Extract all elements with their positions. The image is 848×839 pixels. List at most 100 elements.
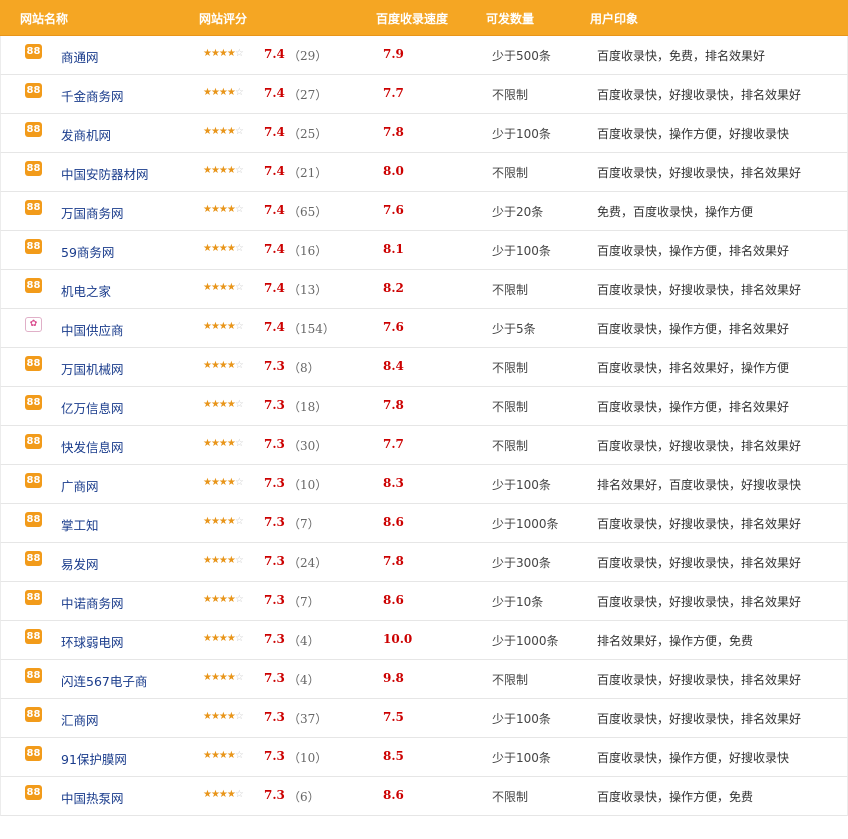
site-name-link[interactable]: 中国热泵网 bbox=[61, 788, 124, 807]
rating-score: 7.3 bbox=[264, 788, 285, 802]
table-row[interactable]: 88 中国热泵网 ★★★★☆ 7.3 （6） 8.6 不限制 百度收录快，操作方便，免费 bbox=[0, 777, 848, 816]
rating-count: （30） bbox=[288, 439, 328, 453]
rating-count: （24） bbox=[288, 556, 328, 570]
rating-stars-icon: ★★★★☆ bbox=[203, 633, 244, 644]
post-quantity: 少于100条 bbox=[492, 127, 551, 141]
index-speed: 7.7 bbox=[383, 437, 404, 451]
table-row[interactable]: 88 掌工知 ★★★★☆ 7.3 （7） 8.6 少于1000条 百度收录快，好搜收录快，排名… bbox=[0, 504, 848, 543]
post-quantity: 不限制 bbox=[492, 439, 529, 453]
index-speed: 9.8 bbox=[383, 671, 404, 685]
site-logo-icon: 88 bbox=[25, 161, 42, 176]
table-row[interactable]: 88 发商机网 ★★★★☆ 7.4 （25） 7.8 少于100条 百度收录快，操作方便，好搜… bbox=[0, 114, 848, 153]
rating-stars-icon: ★★★★☆ bbox=[203, 399, 244, 410]
site-name-link[interactable]: 千金商务网 bbox=[61, 86, 124, 105]
site-name-link[interactable]: 易发网 bbox=[61, 554, 99, 573]
rating-score: 7.4 bbox=[264, 86, 285, 100]
rating-stars-icon: ★★★★☆ bbox=[203, 789, 244, 800]
index-speed: 7.6 bbox=[383, 320, 404, 334]
table-row[interactable]: 88 广商网 ★★★★☆ 7.3 （10） 8.3 少于100条 排名效果好，百度收录快，好搜… bbox=[0, 465, 848, 504]
site-name-link[interactable]: 广商网 bbox=[61, 476, 99, 495]
rating-count: （4） bbox=[288, 673, 320, 687]
header-name[interactable]: 网站名称 bbox=[20, 10, 68, 27]
table-row[interactable]: 88 机电之家 ★★★★☆ 7.4 （13） 8.2 不限制 百度收录快，好搜收录快，排名效果… bbox=[0, 270, 848, 309]
post-quantity: 少于1000条 bbox=[492, 634, 559, 648]
rating-count: （13） bbox=[288, 283, 328, 297]
table-row[interactable]: 88 千金商务网 ★★★★☆ 7.4 （27） 7.7 不限制 百度收录快，好搜收录快，排名效… bbox=[0, 75, 848, 114]
post-quantity: 少于5条 bbox=[492, 322, 536, 336]
site-logo-icon: 88 bbox=[25, 44, 42, 59]
table-row[interactable]: 88 91保护膜网 ★★★★☆ 7.3 （10） 8.5 少于100条 百度收录快，操作方便，… bbox=[0, 738, 848, 777]
rating-score: 7.4 bbox=[264, 47, 285, 61]
rating-count: （10） bbox=[288, 478, 328, 492]
site-logo-icon: 88 bbox=[25, 122, 42, 137]
rating-count: （10） bbox=[288, 751, 328, 765]
table-row[interactable]: 88 易发网 ★★★★☆ 7.3 （24） 7.8 少于300条 百度收录快，好搜收录快，排名… bbox=[0, 543, 848, 582]
rating-count: （29） bbox=[288, 49, 328, 63]
rating-score: 7.4 bbox=[264, 125, 285, 139]
table-row[interactable]: 88 商通网 ★★★★☆ 7.4 （29） 7.9 少于500条 百度收录快，免费，排名效果好 bbox=[0, 36, 848, 75]
site-logo-icon: 88 bbox=[25, 512, 42, 527]
site-logo-icon: 88 bbox=[25, 551, 42, 566]
table-row[interactable]: 88 中国安防器材网 ★★★★☆ 7.4 （21） 8.0 不限制 百度收录快，好搜收录快，排… bbox=[0, 153, 848, 192]
header-quantity[interactable]: 可发数量 bbox=[486, 10, 534, 27]
table-row[interactable]: ✿ 中国供应商 ★★★★☆ 7.4 （154） 7.6 少于5条 百度收录快，操作方便，排名效… bbox=[0, 309, 848, 348]
rating-count: （8） bbox=[288, 361, 320, 375]
table-row[interactable]: 88 汇商网 ★★★★☆ 7.3 （37） 7.5 少于100条 百度收录快，好搜收录快，排名… bbox=[0, 699, 848, 738]
site-name-link[interactable]: 快发信息网 bbox=[61, 437, 124, 456]
site-name-link[interactable]: 机电之家 bbox=[61, 281, 111, 300]
rating-count: （7） bbox=[288, 517, 320, 531]
site-name-link[interactable]: 59商务网 bbox=[61, 242, 114, 261]
rating-count: （27） bbox=[288, 88, 328, 102]
user-impression: 百度收录快，操作方便，免费 bbox=[597, 790, 754, 804]
rating-score: 7.3 bbox=[264, 632, 285, 646]
user-impression: 百度收录快，好搜收录快，排名效果好 bbox=[597, 712, 802, 726]
post-quantity: 少于20条 bbox=[492, 205, 544, 219]
site-name-link[interactable]: 91保护膜网 bbox=[61, 749, 127, 768]
site-name-link[interactable]: 汇商网 bbox=[61, 710, 99, 729]
site-name-link[interactable]: 万国机械网 bbox=[61, 359, 124, 378]
table-row[interactable]: 88 环球弱电网 ★★★★☆ 7.3 （4） 10.0 少于1000条 排名效果好，操作方便，… bbox=[0, 621, 848, 660]
rating-stars-icon: ★★★★☆ bbox=[203, 516, 244, 527]
header-impression[interactable]: 用户印象 bbox=[590, 10, 638, 27]
site-name-link[interactable]: 亿万信息网 bbox=[61, 398, 124, 417]
index-speed: 7.6 bbox=[383, 203, 404, 217]
rating-stars-icon: ★★★★☆ bbox=[203, 672, 244, 683]
site-name-link[interactable]: 闪连567电子商 bbox=[61, 671, 147, 690]
rating-stars-icon: ★★★★☆ bbox=[203, 477, 244, 488]
site-name-link[interactable]: 中国供应商 bbox=[61, 320, 124, 339]
site-name-link[interactable]: 商通网 bbox=[61, 47, 99, 66]
site-name-link[interactable]: 环球弱电网 bbox=[61, 632, 124, 651]
rating-count: （4） bbox=[288, 634, 320, 648]
site-logo-icon: 88 bbox=[25, 356, 42, 371]
rating-score: 7.4 bbox=[264, 281, 285, 295]
site-name-link[interactable]: 中诺商务网 bbox=[61, 593, 124, 612]
site-name-link[interactable]: 掌工知 bbox=[61, 515, 99, 534]
table-row[interactable]: 88 闪连567电子商 ★★★★☆ 7.3 （4） 9.8 不限制 百度收录快，好搜收录快，排… bbox=[0, 660, 848, 699]
site-name-link[interactable]: 发商机网 bbox=[61, 125, 111, 144]
rating-stars-icon: ★★★★☆ bbox=[203, 282, 244, 293]
site-name-link[interactable]: 万国商务网 bbox=[61, 203, 124, 222]
site-name-link[interactable]: 中国安防器材网 bbox=[61, 164, 149, 183]
rating-stars-icon: ★★★★☆ bbox=[203, 438, 244, 449]
post-quantity: 少于10条 bbox=[492, 595, 544, 609]
user-impression: 百度收录快，好搜收录快，排名效果好 bbox=[597, 88, 802, 102]
table-row[interactable]: 88 亿万信息网 ★★★★☆ 7.3 （18） 7.8 不限制 百度收录快，操作方便，排名效果… bbox=[0, 387, 848, 426]
post-quantity: 少于1000条 bbox=[492, 517, 559, 531]
user-impression: 排名效果好，百度收录快，好搜收录快 bbox=[597, 478, 802, 492]
post-quantity: 少于100条 bbox=[492, 751, 551, 765]
user-impression: 百度收录快，好搜收录快，排名效果好 bbox=[597, 439, 802, 453]
table-row[interactable]: 88 快发信息网 ★★★★☆ 7.3 （30） 7.7 不限制 百度收录快，好搜收录快，排名效… bbox=[0, 426, 848, 465]
rating-count: （25） bbox=[288, 127, 328, 141]
table-row[interactable]: 88 万国机械网 ★★★★☆ 7.3 （8） 8.4 不限制 百度收录快，排名效果好，操作方便 bbox=[0, 348, 848, 387]
user-impression: 百度收录快，好搜收录快，排名效果好 bbox=[597, 556, 802, 570]
table-row[interactable]: 88 中诺商务网 ★★★★☆ 7.3 （7） 8.6 少于10条 百度收录快，好搜收录快，排名… bbox=[0, 582, 848, 621]
rating-score: 7.3 bbox=[264, 515, 285, 529]
site-logo-icon: 88 bbox=[25, 590, 42, 605]
user-impression: 免费，百度收录快，操作方便 bbox=[597, 205, 754, 219]
table-row[interactable]: 88 59商务网 ★★★★☆ 7.4 （16） 8.1 少于100条 百度收录快，操作方便，排… bbox=[0, 231, 848, 270]
table-row[interactable]: 88 万国商务网 ★★★★☆ 7.4 （65） 7.6 少于20条 免费，百度收录快，操作方便 bbox=[0, 192, 848, 231]
post-quantity: 不限制 bbox=[492, 166, 529, 180]
header-speed[interactable]: 百度收录速度 bbox=[376, 10, 448, 27]
site-logo-icon: 88 bbox=[25, 707, 42, 722]
header-rating[interactable]: 网站评分 bbox=[199, 10, 247, 27]
